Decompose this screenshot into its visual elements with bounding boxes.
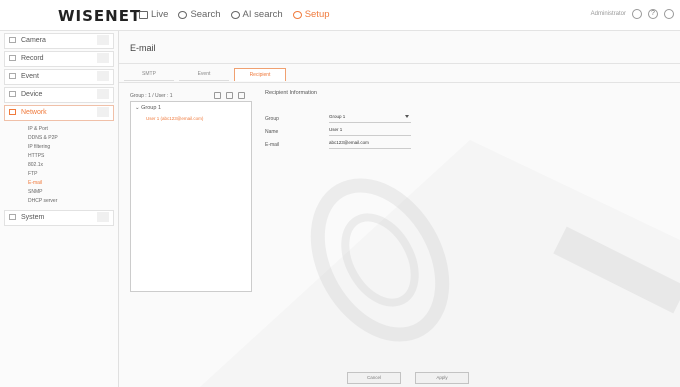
submenu-https[interactable]: HTTPS <box>28 152 114 161</box>
group-summary: Group : 1 / User : 1 <box>130 93 173 99</box>
sidebar-item-camera[interactable]: Camera <box>4 33 114 49</box>
ai-search-icon <box>230 10 240 19</box>
tab-bar: SMTP Event Recipient <box>119 68 286 81</box>
nav-ai-search[interactable]: AI search <box>230 9 283 20</box>
expand-icon <box>97 212 109 222</box>
name-label: Name <box>265 129 279 135</box>
group-label: Group <box>265 116 279 122</box>
delete-icon[interactable] <box>238 92 245 99</box>
divider <box>119 82 680 83</box>
name-field[interactable]: User 1 <box>329 125 411 136</box>
main-content: E-mail SMTP Event Recipient Group : 1 / … <box>119 31 680 387</box>
tree-user-node[interactable]: User 1 (abc123@email.com) <box>146 116 203 121</box>
submenu-snmp[interactable]: SNMP <box>28 188 114 197</box>
expand-icon <box>97 53 109 63</box>
gear-icon <box>292 10 302 19</box>
top-bar: WISENET Live Search AI search Setup Admi… <box>0 0 680 31</box>
email-field[interactable]: abc123@email.com <box>329 138 411 149</box>
sidebar-item-event[interactable]: Event <box>4 69 114 85</box>
tree-group-label: Group 1 <box>141 105 162 111</box>
divider <box>119 63 680 64</box>
submenu-ip-filtering[interactable]: IP filtering <box>28 143 114 152</box>
sidebar-item-network[interactable]: Network <box>4 105 114 121</box>
footer-buttons: Cancel Apply <box>347 372 469 384</box>
power-icon[interactable] <box>664 9 674 19</box>
apply-button[interactable]: Apply <box>415 372 469 384</box>
network-icon <box>9 109 16 115</box>
sidebar-item-record[interactable]: Record <box>4 51 114 67</box>
add-group-icon[interactable] <box>214 92 221 99</box>
nav-live[interactable]: Live <box>139 9 168 20</box>
nav-setup[interactable]: Setup <box>292 9 330 20</box>
sidebar-item-label: Camera <box>21 37 46 44</box>
sidebar-item-label: Record <box>21 55 44 62</box>
chevron-down-icon <box>405 115 409 118</box>
collapse-icon <box>97 107 109 117</box>
system-icon <box>9 214 16 220</box>
submenu-8021x[interactable]: 802.1x <box>28 161 114 170</box>
nav-live-label: Live <box>151 9 169 20</box>
submenu-ddns-p2p[interactable]: DDNS & P2P <box>28 134 114 143</box>
nav-setup-label: Setup <box>304 9 330 20</box>
expand-icon <box>97 71 109 81</box>
camera-icon <box>9 37 16 43</box>
submenu-email[interactable]: E-mail <box>28 179 114 188</box>
search-icon <box>178 10 188 19</box>
tree-group-node[interactable]: ⌄ Group 1 <box>135 105 161 111</box>
user-name: Administrator <box>590 11 626 17</box>
top-nav: Live Search AI search Setup <box>139 9 330 20</box>
recipient-info-title: Recipient Information <box>265 90 317 96</box>
nav-ai-search-label: AI search <box>242 9 283 20</box>
top-right-controls: Administrator ? <box>591 9 674 19</box>
device-icon <box>9 91 16 97</box>
email-label: E-mail <box>265 142 280 148</box>
network-submenu: IP & Port DDNS & P2P IP filtering HTTPS … <box>4 123 114 210</box>
submenu-ip-port[interactable]: IP & Port <box>28 125 114 134</box>
help-icon[interactable]: ? <box>648 9 658 19</box>
add-user-icon[interactable] <box>226 92 233 99</box>
sidebar-item-device[interactable]: Device <box>4 87 114 103</box>
sidebar-item-label: Device <box>21 91 43 98</box>
event-icon <box>9 73 16 79</box>
logo: WISENET <box>58 7 142 25</box>
nav-search[interactable]: Search <box>178 9 221 20</box>
sidebar-item-label: Network <box>21 109 47 116</box>
tab-recipient[interactable]: Recipient <box>234 68 286 81</box>
expand-icon <box>97 35 109 45</box>
tab-smtp[interactable]: SMTP <box>124 68 174 81</box>
sidebar-item-label: System <box>21 214 45 221</box>
record-icon <box>9 55 16 61</box>
monitor-icon <box>139 10 148 19</box>
sidebar: Camera Record Event Device Network IP & … <box>0 31 119 387</box>
page-title: E-mail <box>130 43 156 53</box>
setup-page: WISENET Live Search AI search Setup Admi… <box>0 0 680 387</box>
sidebar-item-system[interactable]: System <box>4 210 114 226</box>
submenu-ftp[interactable]: FTP <box>28 170 114 179</box>
cancel-button[interactable]: Cancel <box>347 372 401 384</box>
group-select-value: Group 1 <box>329 114 346 119</box>
nav-search-label: Search <box>190 9 221 20</box>
group-select[interactable]: Group 1 <box>329 112 411 123</box>
sidebar-item-label: Event <box>21 73 39 80</box>
user-icon[interactable] <box>632 9 642 19</box>
recipient-tree: ⌄ Group 1 User 1 (abc123@email.com) <box>130 101 252 292</box>
submenu-dhcp-server[interactable]: DHCP server <box>28 197 114 206</box>
expand-icon <box>97 89 109 99</box>
tab-event[interactable]: Event <box>179 68 229 81</box>
